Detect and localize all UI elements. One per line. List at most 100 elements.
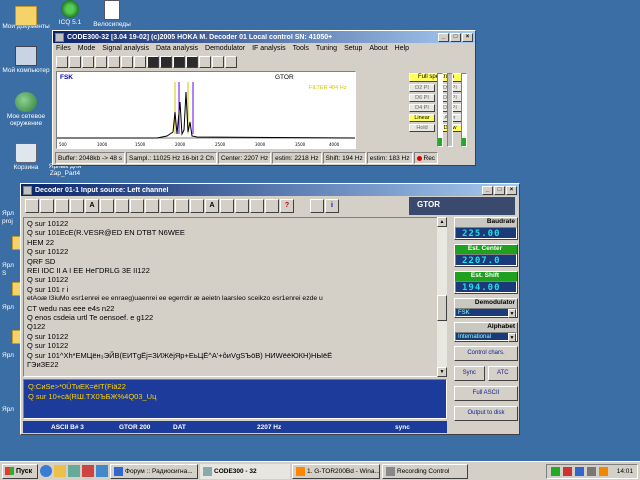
alphabet-select[interactable]: International ▼	[455, 332, 517, 342]
desktop-icon-label-truncated[interactable]: Ярл	[2, 262, 14, 269]
outlook-icon[interactable]	[54, 465, 66, 477]
linear-button[interactable]: Linear	[409, 114, 435, 122]
scroll-down-arrow-icon[interactable]: ▼	[437, 367, 447, 377]
spectrum-view-button[interactable]	[147, 56, 159, 68]
chevron-down-icon[interactable]: ▼	[508, 309, 516, 318]
show-desktop-icon[interactable]	[68, 465, 80, 477]
maximize-button[interactable]: □	[450, 32, 461, 42]
toolbar-button[interactable]	[225, 56, 237, 68]
menu-demodulator[interactable]: Demodulator	[205, 45, 245, 52]
menu-mode[interactable]: Mode	[78, 45, 96, 52]
task-code300[interactable]: CODE300 - 32	[200, 463, 290, 479]
desktop-icon-velosipedy[interactable]: Велосипеды	[86, 0, 138, 28]
toolbar-button[interactable]	[82, 56, 94, 68]
binoculars-icon[interactable]	[145, 199, 159, 213]
phase-view-button[interactable]	[186, 56, 198, 68]
sort-icon[interactable]	[190, 199, 204, 213]
reverse-icon[interactable]	[265, 199, 279, 213]
output-to-disk-button[interactable]: Output to disk	[454, 406, 518, 421]
sync-button[interactable]: Sync	[454, 366, 485, 381]
tray-icon[interactable]	[550, 466, 560, 476]
menu-about[interactable]: About	[369, 45, 387, 52]
lines-icon[interactable]	[175, 199, 189, 213]
menu-data-analysis[interactable]: Data analysis	[156, 45, 198, 52]
task-winamp[interactable]: 1. G-TOR200Bd - Wina...	[292, 463, 380, 479]
toolbar-button[interactable]	[134, 56, 146, 68]
minimize-button[interactable]: _	[482, 185, 493, 195]
desktop-icon-label-truncated[interactable]: Ярл	[2, 210, 14, 217]
desktop-icon-my-computer[interactable]: Мой компьютер	[0, 46, 52, 74]
active-mode-icon[interactable]	[295, 199, 309, 213]
spectrum-display[interactable]: FSK GTOR FILTER 404 Hz 500 1000 1500 2000 2…	[56, 71, 356, 149]
hold-button[interactable]: Hold	[409, 124, 435, 132]
open-icon[interactable]	[25, 199, 39, 213]
ie-icon[interactable]	[40, 465, 52, 477]
settings-icon[interactable]	[220, 199, 234, 213]
filter-icon[interactable]	[160, 199, 174, 213]
spectrum-option-button[interactable]: D2 PI	[409, 84, 435, 92]
camera-icon[interactable]	[310, 199, 324, 213]
cs-icon[interactable]	[250, 199, 264, 213]
control-chars-button[interactable]: Control chars.	[454, 346, 518, 361]
desktop-icon-network[interactable]: Мое сетевое окружение	[0, 92, 52, 127]
spectrum-option-button[interactable]: D4 PI	[409, 104, 435, 112]
waterfall-view-button[interactable]	[160, 56, 172, 68]
scroll-thumb[interactable]	[437, 295, 447, 321]
spectrum-option-button[interactable]: D6 PI	[409, 94, 435, 102]
copy-icon[interactable]	[100, 199, 114, 213]
tray-icon[interactable]	[562, 466, 572, 476]
toolbar-button[interactable]	[95, 56, 107, 68]
print-icon[interactable]	[55, 199, 69, 213]
desktop-icon-label-truncated[interactable]: proj	[2, 218, 13, 225]
baudrate-display[interactable]: 225.00	[455, 227, 517, 239]
menu-if-analysis[interactable]: IF analysis	[252, 45, 285, 52]
full-ascii-button[interactable]: Full ASCII	[454, 386, 518, 401]
letter-icon[interactable]: A	[205, 199, 219, 213]
est-center-display[interactable]: 2207.0	[455, 254, 517, 266]
chevron-down-icon[interactable]: ▼	[508, 333, 516, 342]
desktop-icon-label-truncated[interactable]: Ярл	[2, 352, 14, 359]
save-icon[interactable]	[40, 199, 54, 213]
clear-icon[interactable]	[70, 199, 84, 213]
minimize-button[interactable]: _	[438, 32, 449, 42]
quicklaunch-icon[interactable]	[82, 465, 94, 477]
find-icon[interactable]	[130, 199, 144, 213]
rec-indicator[interactable]: Rec	[413, 152, 439, 164]
scroll-up-arrow-icon[interactable]: ▲	[437, 217, 447, 227]
menu-tools[interactable]: Tools	[293, 45, 309, 52]
toolbar-button[interactable]	[199, 56, 211, 68]
demodulator-select[interactable]: FSK ▼	[455, 308, 517, 318]
help-icon[interactable]: ?	[280, 199, 294, 213]
code300-titlebar[interactable]: CODE300-32 [3.04 19-02] (c)2005 HOKA M. …	[53, 31, 475, 43]
atc-icon[interactable]	[235, 199, 249, 213]
menu-tuning[interactable]: Tuning	[316, 45, 337, 52]
paste-icon[interactable]	[115, 199, 129, 213]
menu-setup[interactable]: Setup	[344, 45, 362, 52]
menu-signal-analysis[interactable]: Signal analysis	[102, 45, 149, 52]
level-slider[interactable]	[447, 73, 453, 147]
quicklaunch-icon[interactable]	[96, 465, 108, 477]
speaker-icon[interactable]	[586, 466, 596, 476]
full-spectrum-button[interactable]: Full spectrum	[409, 73, 463, 82]
toolbar-button[interactable]	[69, 56, 81, 68]
task-recording-control[interactable]: Recording Control	[382, 463, 468, 479]
toolbar-button[interactable]	[212, 56, 224, 68]
start-button[interactable]: Пуск	[2, 463, 38, 479]
clock[interactable]: 14:01	[617, 468, 633, 475]
close-button[interactable]: ×	[462, 32, 473, 42]
toolbar-button[interactable]	[56, 56, 68, 68]
input-text-area[interactable]: Q:CиSe>*0ÜТиЕК=ёIТ(Fiä22 Q sur 10+сä(RШ.…	[23, 379, 447, 419]
atc-button[interactable]: ATC	[487, 366, 518, 381]
maximize-button[interactable]: □	[494, 185, 505, 195]
menu-help[interactable]: Help	[395, 45, 409, 52]
sonagram-view-button[interactable]	[173, 56, 185, 68]
toolbar-button[interactable]	[108, 56, 120, 68]
vertical-scrollbar[interactable]: ▲ ▼	[437, 217, 447, 377]
info-icon[interactable]: i	[325, 199, 339, 213]
tray-icon[interactable]	[598, 466, 608, 476]
menu-files[interactable]: Files	[56, 45, 71, 52]
desktop-icon-label-truncated[interactable]: S	[2, 270, 6, 277]
tray-icon[interactable]	[574, 466, 584, 476]
task-forum[interactable]: Форум :: Радиосигна...	[110, 463, 198, 479]
desktop-icon-label-truncated[interactable]: Ярл	[2, 304, 14, 311]
